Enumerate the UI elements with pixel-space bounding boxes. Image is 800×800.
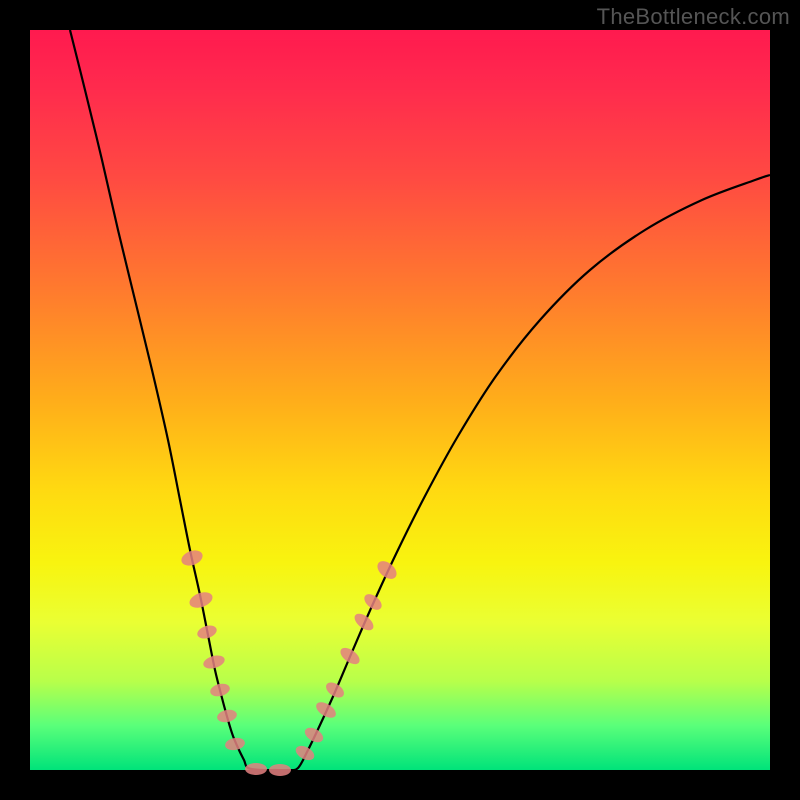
data-marker [293,743,316,763]
data-marker [196,623,219,641]
data-marker [187,589,214,610]
data-marker [338,645,363,668]
data-marker [224,736,246,751]
data-marker [352,610,377,633]
data-marker [302,725,325,745]
bottleneck-curve [70,30,770,770]
data-marker [269,764,291,776]
plot-area [30,30,770,770]
data-marker [323,679,346,700]
watermark-text: TheBottleneck.com [597,4,790,30]
data-marker [313,699,338,721]
data-marker [209,682,231,698]
data-marker [361,591,384,613]
data-marker [245,763,267,775]
chart-svg [30,30,770,770]
data-markers [179,548,400,776]
data-marker [216,708,238,724]
data-marker [202,653,226,671]
data-marker [374,558,400,583]
data-marker [179,548,204,569]
